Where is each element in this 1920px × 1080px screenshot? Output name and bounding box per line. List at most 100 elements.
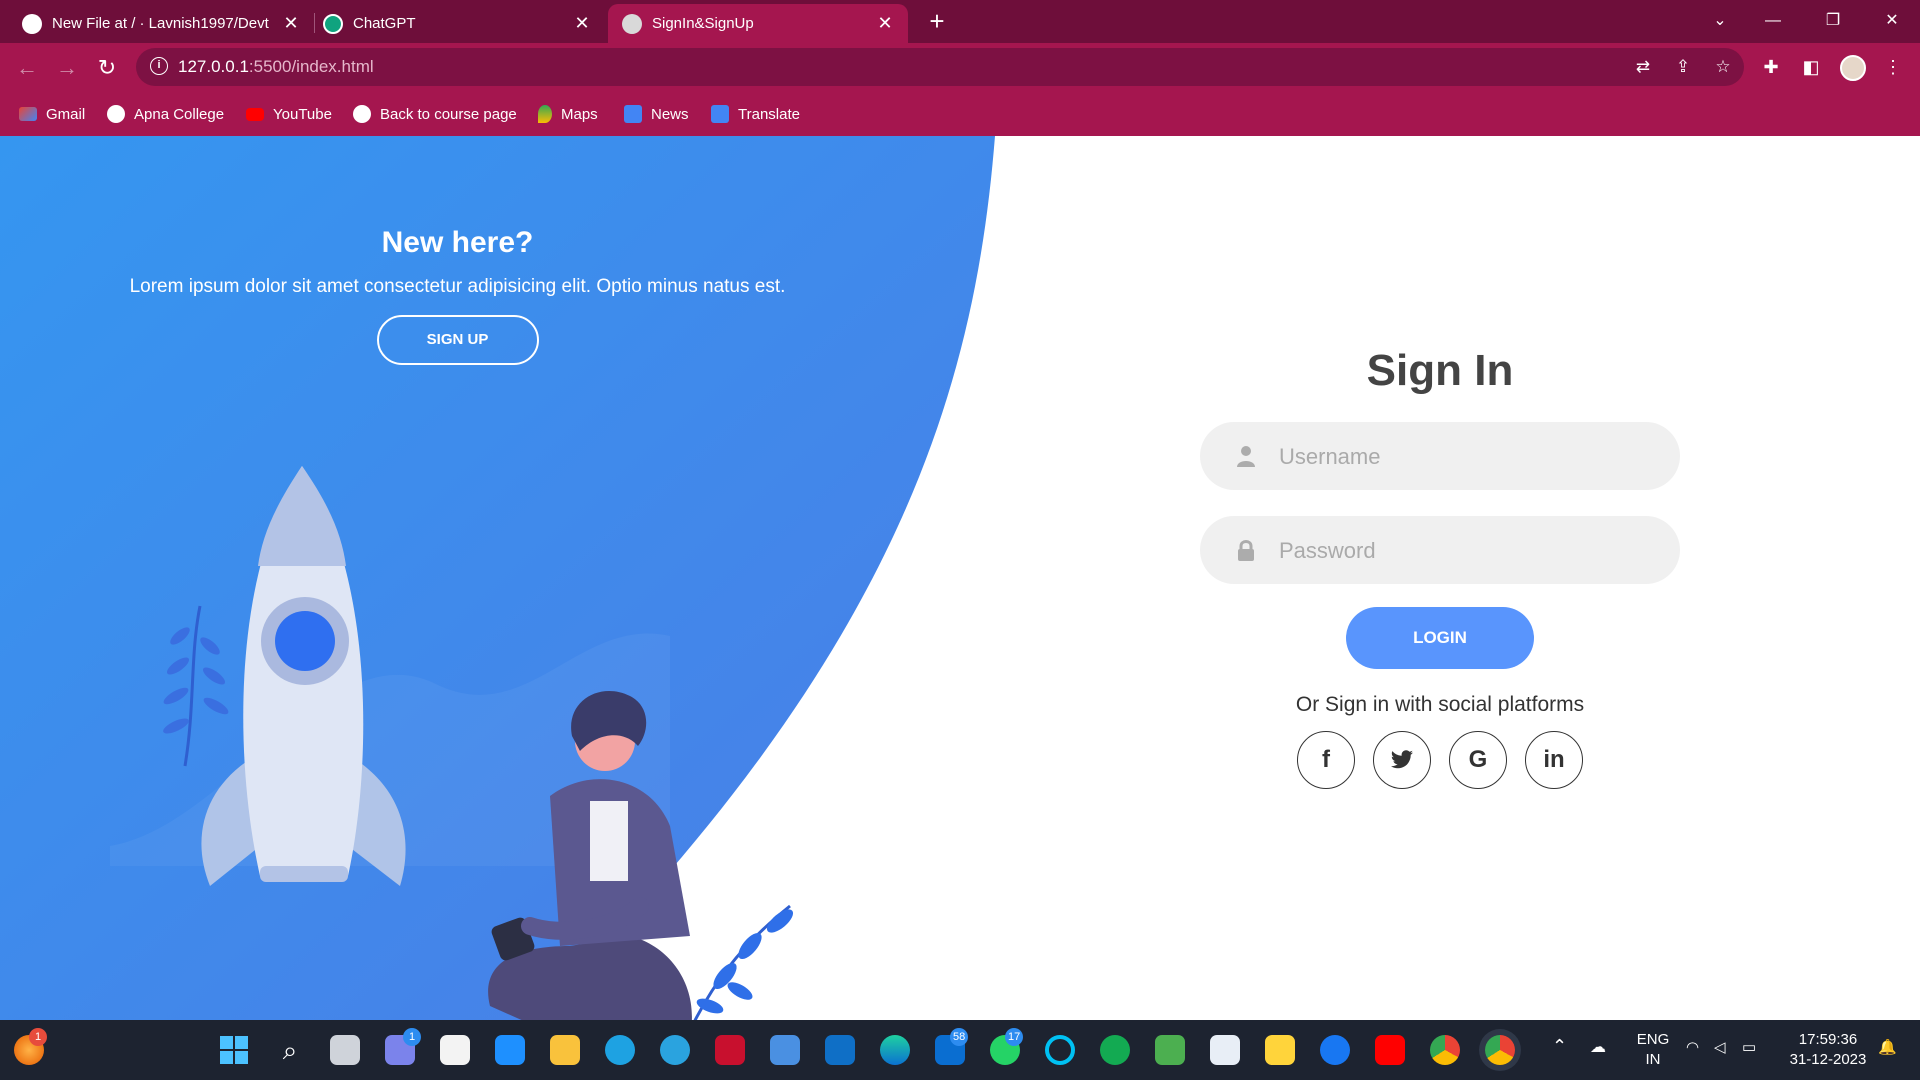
new-here-panel: New here? Lorem ipsum dolor sit amet con… bbox=[90, 226, 825, 365]
show-hidden-icons-chevron-icon[interactable]: ⌃ bbox=[1552, 1036, 1567, 1056]
social-login-text: Or Sign in with social platforms bbox=[1295, 693, 1585, 716]
url-text: 127.0.0.1:5500/index.html bbox=[178, 57, 374, 77]
facebook-glyph: f bbox=[1322, 746, 1330, 773]
username-field[interactable]: Username bbox=[1200, 422, 1680, 490]
clock[interactable]: 17:59:36 31-12-2023 bbox=[1782, 1030, 1874, 1070]
chatgpt-icon bbox=[323, 13, 343, 34]
wifi-icon[interactable]: ◠ bbox=[1686, 1038, 1699, 1058]
translate-icon[interactable]: ⇄ bbox=[1632, 56, 1654, 78]
tab-signin[interactable]: SignIn&SignUp ✕ bbox=[608, 4, 908, 43]
node-icon[interactable] bbox=[1155, 1035, 1185, 1065]
bookmark-apna-college[interactable]: Apna College bbox=[107, 102, 224, 126]
notepad-icon[interactable] bbox=[770, 1035, 800, 1065]
search-icon[interactable]: ⌕ bbox=[275, 1035, 305, 1065]
youtube-app-icon[interactable] bbox=[1375, 1035, 1405, 1065]
alexa-icon[interactable] bbox=[1045, 1035, 1075, 1065]
language-indicator[interactable]: ENG IN bbox=[1634, 1030, 1672, 1070]
python-icon[interactable] bbox=[1265, 1035, 1295, 1065]
whatsapp-badge: 17 bbox=[1005, 1028, 1024, 1046]
edge-icon[interactable] bbox=[880, 1035, 910, 1065]
password-placeholder: Password bbox=[1279, 538, 1376, 563]
bookmark-news[interactable]: News bbox=[624, 102, 689, 126]
close-window-button[interactable]: ✕ bbox=[1872, 6, 1912, 36]
rocket-illustration bbox=[110, 466, 794, 1020]
linkedin-glyph: in bbox=[1543, 746, 1565, 773]
chrome-active-icon[interactable] bbox=[1485, 1035, 1515, 1065]
user-icon bbox=[1237, 446, 1255, 467]
close-tab-icon[interactable]: ✕ bbox=[282, 13, 300, 34]
bookmark-gmail[interactable]: Gmail bbox=[19, 102, 85, 126]
vscode-icon[interactable] bbox=[825, 1035, 855, 1065]
facebook-icon[interactable]: f bbox=[1297, 731, 1355, 789]
globe-icon bbox=[353, 105, 371, 123]
site-info-icon[interactable]: i bbox=[150, 57, 168, 75]
notification-badge: 1 bbox=[29, 1028, 47, 1046]
language-label: ENG bbox=[1636, 1031, 1670, 1048]
bookmark-label: Back to course page bbox=[380, 105, 517, 123]
store-icon[interactable] bbox=[440, 1035, 470, 1065]
twitter-icon[interactable] bbox=[1373, 731, 1431, 789]
reload-button[interactable]: ↻ bbox=[93, 54, 121, 82]
bookmark-label: Translate bbox=[738, 105, 800, 123]
snipping-tool-icon[interactable] bbox=[1210, 1035, 1240, 1065]
clock-time: 17:59:36 bbox=[1798, 1031, 1858, 1048]
share-icon[interactable]: ⇪ bbox=[1672, 56, 1694, 78]
url-path: :5500/index.html bbox=[248, 57, 374, 76]
bookmark-maps[interactable]: Maps bbox=[538, 102, 598, 126]
onedrive-icon[interactable]: ☁ bbox=[1590, 1038, 1606, 1058]
maps-icon bbox=[538, 105, 552, 123]
news-icon bbox=[624, 105, 642, 123]
forward-button[interactable]: → bbox=[53, 54, 81, 82]
new-tab-button[interactable]: + bbox=[922, 6, 952, 37]
avatar[interactable] bbox=[1840, 55, 1866, 81]
side-panel-icon[interactable]: ◧ bbox=[1798, 54, 1824, 80]
panel-description: Lorem ipsum dolor sit amet consectetur a… bbox=[129, 276, 786, 297]
minimize-button[interactable]: — bbox=[1753, 6, 1793, 36]
windows-logo bbox=[220, 1036, 248, 1064]
file-explorer-icon[interactable] bbox=[550, 1035, 580, 1065]
gmail-icon bbox=[19, 107, 37, 121]
taskbar: 1 ⌕ 1 58 17 ⌃ ☁ ENG IN ◠ ◁ ▭ 17:59:36 31… bbox=[0, 1020, 1920, 1080]
tab-title: ChatGPT bbox=[353, 15, 416, 32]
notifications-bell-icon[interactable]: 🔔 bbox=[1878, 1038, 1897, 1058]
toolbar: ← → ↻ i 127.0.0.1:5500/index.html ⇄ ⇪ ☆ … bbox=[0, 43, 1920, 92]
task-view-icon[interactable] bbox=[330, 1035, 360, 1065]
tab-title: SignIn&SignUp bbox=[652, 15, 754, 32]
clock-date: 31-12-2023 bbox=[1789, 1051, 1867, 1068]
bookmark-back-to-course[interactable]: Back to course page bbox=[353, 102, 517, 126]
login-button[interactable]: LOGIN bbox=[1346, 607, 1534, 669]
bookmark-translate[interactable]: Translate bbox=[711, 102, 800, 126]
volume-icon[interactable]: ◁ bbox=[1714, 1038, 1726, 1058]
close-tab-icon[interactable]: ✕ bbox=[573, 13, 591, 34]
tab-github[interactable]: New File at / · Lavnish1997/Devt ✕ bbox=[8, 4, 314, 43]
battery-icon[interactable]: ▭ bbox=[1742, 1038, 1756, 1058]
help-icon[interactable] bbox=[605, 1035, 635, 1065]
restore-button[interactable]: ❐ bbox=[1813, 6, 1853, 36]
linkedin-icon[interactable]: in bbox=[1525, 731, 1583, 789]
bookmarks-bar: Gmail Apna College YouTube Back to cours… bbox=[0, 92, 1920, 136]
myhp-icon[interactable] bbox=[495, 1035, 525, 1065]
chrome-icon[interactable] bbox=[1430, 1035, 1460, 1065]
tab-chatgpt[interactable]: ChatGPT ✕ bbox=[309, 4, 605, 43]
bookmark-youtube[interactable]: YouTube bbox=[246, 102, 332, 126]
close-tab-icon[interactable]: ✕ bbox=[876, 13, 894, 34]
mongodb-icon[interactable] bbox=[1100, 1035, 1130, 1065]
back-button[interactable]: ← bbox=[13, 54, 41, 82]
mcafee-icon[interactable] bbox=[715, 1035, 745, 1065]
password-field[interactable]: Password bbox=[1200, 516, 1680, 584]
bookmark-star-icon[interactable]: ☆ bbox=[1712, 56, 1734, 78]
lock-icon bbox=[1238, 540, 1254, 561]
username-placeholder: Username bbox=[1279, 444, 1381, 469]
start-windows-icon[interactable] bbox=[219, 1035, 249, 1065]
google-icon[interactable]: G bbox=[1449, 731, 1507, 789]
facebook-app-icon[interactable] bbox=[1320, 1035, 1350, 1065]
sign-up-button[interactable]: SIGN UP bbox=[376, 315, 539, 365]
telegram-icon[interactable] bbox=[660, 1035, 690, 1065]
menu-kebab-icon[interactable]: ⋮ bbox=[1880, 54, 1906, 80]
address-bar[interactable]: i 127.0.0.1:5500/index.html ⇄ ⇪ ☆ bbox=[136, 48, 1744, 86]
tab-search-chevron-icon[interactable]: ⌄ bbox=[1700, 6, 1740, 36]
region-label: IN bbox=[1645, 1051, 1661, 1068]
github-icon bbox=[22, 13, 42, 34]
panel-heading: New here? bbox=[381, 226, 534, 259]
extensions-icon[interactable]: ✚ bbox=[1758, 54, 1784, 80]
